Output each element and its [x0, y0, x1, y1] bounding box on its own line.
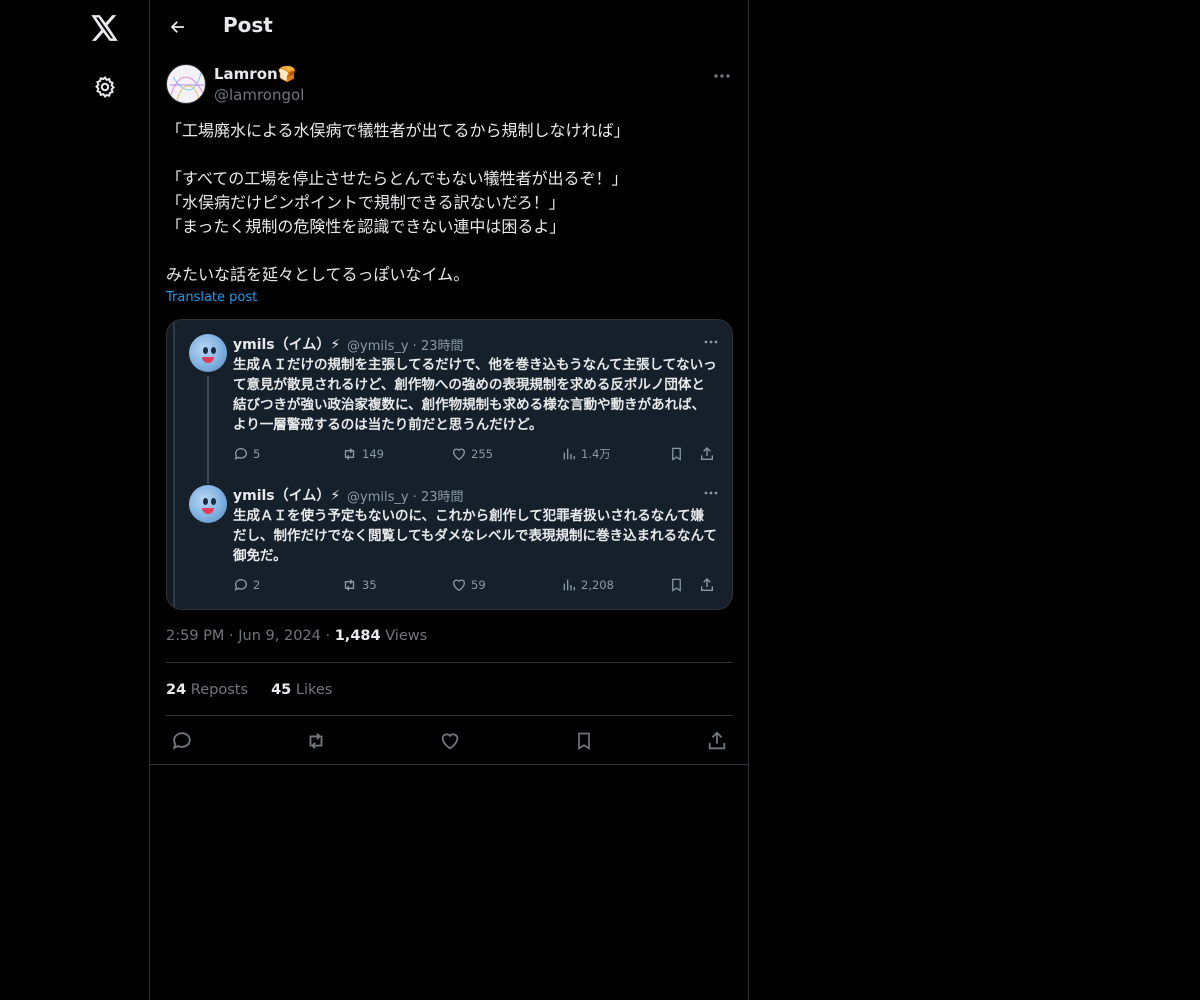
share-icon [699, 577, 715, 593]
reposts-label: Reposts [190, 682, 249, 698]
embedded-likes: 59 [451, 577, 486, 593]
embedded-views-count: 1.4万 [581, 447, 611, 461]
post-header: Post [150, 0, 748, 54]
embedded-tweet: ymils（イム）⚡ @ymils_y · 23時間 生成ＡＩだけの規制を主張し… [189, 334, 729, 474]
author-handle[interactable]: @lamrongol [214, 86, 304, 104]
likes-count: 45 [271, 682, 292, 698]
post-timestamp: 2:59 PM · Jun 9, 2024 · 1,484 Views [166, 628, 428, 644]
more-options-button[interactable] [710, 64, 734, 88]
divider [150, 764, 748, 765]
more-icon [714, 74, 730, 78]
embedded-views-count: 2,208 [581, 578, 614, 592]
bookmark-icon [669, 577, 684, 593]
embedded-meta: @ymils_y · 23時間 [347, 339, 464, 354]
embedded-retweets-count: 149 [362, 447, 384, 461]
embedded-tweet: ymils（イム）⚡ @ymils_y · 23時間 生成ＡＩを使う予定もないの… [189, 485, 729, 605]
embedded-retweets: 149 [341, 446, 384, 462]
retweet-icon [344, 448, 355, 460]
embedded-likes-count: 255 [471, 447, 493, 461]
embedded-replies-count: 5 [253, 447, 261, 461]
embedded-likes: 255 [451, 446, 493, 462]
embedded-meta: @ymils_y · 23時間 [347, 490, 464, 505]
embedded-likes-count: 59 [471, 578, 486, 592]
views-icon [563, 448, 575, 460]
reposts-stat[interactable]: 24 Reposts [166, 682, 248, 698]
share-icon [708, 731, 726, 750]
heart-icon [441, 733, 459, 750]
divider [166, 662, 733, 663]
embedded-actions: 2 35 59 2,208 [233, 577, 719, 595]
reposts-count: 24 [166, 682, 187, 698]
embedded-views: 1.4万 [561, 446, 611, 462]
avatar[interactable] [166, 64, 206, 104]
views-count: 1,484 [334, 628, 381, 644]
share-button[interactable] [704, 728, 730, 754]
back-button[interactable] [166, 15, 190, 39]
embedded-retweets-count: 35 [362, 578, 377, 592]
post-date[interactable]: Jun 9, 2024 [238, 628, 321, 644]
embedded-text: 生成ＡＩを使う予定もないのに、これから創作して犯罪者扱いされるなんて嫌だし、制作… [233, 508, 717, 564]
reply-icon [234, 579, 247, 591]
embedded-thread: ymils（イム）⚡ @ymils_y · 23時間 生成ＡＩだけの規制を主張し… [173, 320, 732, 609]
author-name[interactable]: Lamron🍞 [214, 65, 296, 83]
embedded-text: 生成ＡＩだけの規制を主張してるだけで、他を巻き込もうなんて主張してないって意見が… [233, 357, 717, 433]
bookmark-icon [669, 446, 684, 462]
reply-button[interactable] [169, 728, 195, 754]
post-text: 「工場廃水による水俣病で犠牲者が出てるから規制しなければ」 「すべての工場を停止… [166, 121, 630, 284]
embedded-author-name: ymils（イム）⚡ [233, 488, 341, 504]
more-icon [701, 485, 721, 501]
bookmark-icon [578, 732, 590, 751]
heart-icon [452, 579, 466, 592]
translate-post-link[interactable]: Translate post [166, 290, 257, 305]
post-stats: 24 Reposts 45 Likes [166, 682, 332, 698]
embedded-views: 2,208 [561, 577, 614, 593]
left-nav-rail [0, 0, 149, 1000]
page-title: Post [223, 13, 273, 37]
bookmark-button[interactable] [571, 728, 597, 754]
x-logo-icon[interactable] [89, 12, 121, 44]
likes-label: Likes [295, 682, 333, 698]
embedded-replies-count: 2 [253, 578, 261, 592]
embedded-actions: 5 149 255 1.4万 [233, 446, 719, 464]
arrow-left-icon [170, 21, 184, 33]
avatar [189, 334, 227, 372]
like-button[interactable] [437, 728, 463, 754]
divider [166, 715, 733, 716]
heart-icon [452, 448, 466, 461]
share-icon [699, 446, 715, 462]
more-icon [701, 334, 721, 350]
retweet-icon [309, 733, 323, 749]
views-icon [563, 579, 575, 591]
reply-icon [234, 448, 247, 460]
reply-icon [172, 732, 191, 750]
views-label: Views [385, 628, 428, 644]
gear-icon[interactable] [92, 74, 118, 100]
post-image[interactable]: ymils（イム）⚡ @ymils_y · 23時間 生成ＡＩだけの規制を主張し… [166, 319, 733, 610]
embedded-replies: 5 [233, 446, 260, 462]
post-actions [166, 728, 733, 754]
embedded-author-name: ymils（イム）⚡ [233, 337, 341, 353]
main-column: Post Lamron🍞 @lamrongol 「工場廃水による水俣病で犠牲者が… [149, 0, 749, 1000]
embedded-replies: 2 [233, 577, 260, 593]
avatar [189, 485, 227, 523]
repost-button[interactable] [303, 728, 329, 754]
post-time[interactable]: 2:59 PM [166, 628, 224, 644]
likes-stat[interactable]: 45 Likes [271, 682, 332, 698]
post-author: Lamron🍞 @lamrongol [166, 64, 734, 106]
embedded-retweets: 35 [341, 577, 377, 593]
retweet-icon [344, 579, 355, 591]
